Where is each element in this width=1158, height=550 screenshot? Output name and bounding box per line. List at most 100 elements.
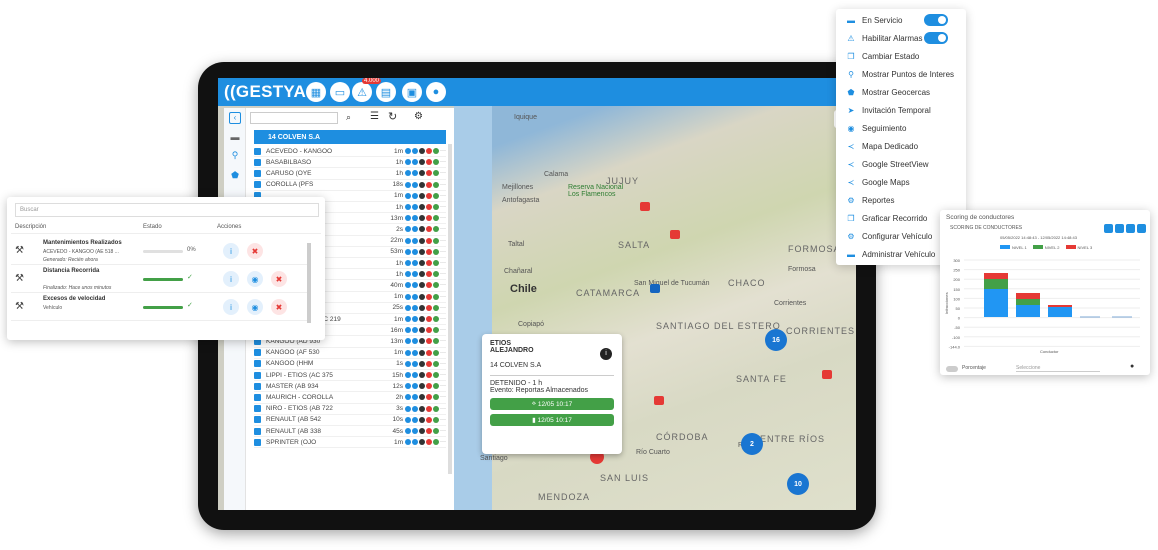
- delete-icon[interactable]: ✖: [271, 299, 287, 315]
- vehicle-marker[interactable]: [654, 396, 664, 405]
- list-icon[interactable]: ☰: [370, 111, 379, 122]
- menu-item[interactable]: ⚲ Mostrar Puntos de Interes: [846, 66, 958, 82]
- menu-item[interactable]: ◉ Seguimiento: [846, 120, 958, 136]
- vehicle-marker[interactable]: [640, 202, 650, 211]
- expand-icon[interactable]: [1137, 224, 1146, 233]
- menu-item[interactable]: ▬ En Servicio: [846, 12, 958, 28]
- vehicle-row[interactable]: RENAULT (AB 338 45s ···: [254, 426, 446, 438]
- menu-item-label: Reportes: [862, 195, 895, 205]
- info-icon[interactable]: ●: [1130, 363, 1134, 370]
- monitor-icon[interactable]: ▭: [330, 82, 350, 102]
- info-icon[interactable]: i: [223, 271, 239, 287]
- menu-item[interactable]: ≺ Mapa Dedicado: [846, 138, 958, 154]
- chart-bar[interactable]: [1016, 293, 1040, 299]
- settings-icon[interactable]: ⚙: [414, 111, 423, 122]
- checkbox[interactable]: [254, 169, 261, 177]
- document-icon[interactable]: ▣: [402, 82, 422, 102]
- vehicle-row[interactable]: MASTER (AB 934 12s ···: [254, 381, 446, 393]
- chart-bar[interactable]: [984, 273, 1008, 279]
- vehicle-name: MASTER (AB 934: [266, 382, 319, 390]
- delete-icon[interactable]: ✖: [271, 271, 287, 287]
- checkbox[interactable]: [254, 181, 261, 189]
- vehicle-row[interactable]: ACEVEDO - KANGOO 1m ···: [254, 146, 446, 158]
- chart-bar[interactable]: [984, 289, 1008, 317]
- driver-select[interactable]: Seleccione: [1016, 365, 1100, 372]
- vehicle-status-icons: ···: [405, 372, 446, 379]
- checkbox[interactable]: [254, 382, 261, 390]
- menu-item[interactable]: ⚙ Reportes: [846, 192, 958, 208]
- menu-item-label: Google StreetView: [862, 159, 929, 169]
- checkbox[interactable]: [254, 371, 261, 379]
- vehicle-row[interactable]: COROLLA (PFS 18s ···: [254, 180, 446, 191]
- vehicle-marker[interactable]: [670, 230, 680, 239]
- user-icon[interactable]: ●: [426, 82, 446, 102]
- vehicle-row[interactable]: BASABILBASO 1h ···: [254, 157, 446, 169]
- checkbox[interactable]: [254, 147, 261, 155]
- car-icon[interactable]: ▬: [229, 132, 241, 144]
- scrollbar[interactable]: [307, 243, 311, 323]
- gps-time-button[interactable]: ⟡ 12/05 10:17: [490, 398, 614, 410]
- vehicle-cluster[interactable]: 2: [741, 433, 763, 455]
- vehicle-row[interactable]: RENAULT (AB 542 10s ···: [254, 415, 446, 426]
- checkbox[interactable]: [254, 360, 261, 368]
- chart-bar[interactable]: [984, 279, 1008, 289]
- calendar-icon[interactable]: ▤: [376, 82, 396, 102]
- percentage-toggle[interactable]: [946, 366, 958, 372]
- delete-icon[interactable]: ✖: [247, 243, 263, 259]
- map-label: Copiapó: [518, 321, 545, 328]
- alarm-icon[interactable]: ⚠ 4.000: [352, 78, 382, 102]
- toggle[interactable]: [924, 32, 948, 44]
- checkbox[interactable]: [254, 427, 261, 435]
- excel-icon[interactable]: [1115, 224, 1124, 233]
- vehicle-row[interactable]: SPRINTER (OJO 1m ···: [254, 437, 446, 449]
- view-icon[interactable]: ◉: [247, 271, 263, 287]
- info-icon[interactable]: i: [600, 348, 612, 360]
- menu-item[interactable]: ≺ Google StreetView: [846, 156, 958, 172]
- menu-item[interactable]: ⚠ Habilitar Alarmas: [846, 30, 958, 46]
- menu-item[interactable]: ❐ Cambiar Estado: [846, 48, 958, 64]
- chart-bar[interactable]: [1016, 305, 1040, 317]
- toggle[interactable]: [924, 14, 948, 26]
- checkbox[interactable]: [254, 416, 261, 424]
- vehicle-marker[interactable]: [650, 284, 660, 293]
- vehicle-row[interactable]: MAURICH - COROLLA 2h ···: [254, 392, 446, 404]
- view-icon[interactable]: ◉: [247, 299, 263, 315]
- vehicle-row[interactable]: KANGOO (HHM 1s ···: [254, 359, 446, 370]
- vehicle-row[interactable]: NIRO - ETIOS (AB 722 3s ···: [254, 404, 446, 415]
- menu-item[interactable]: ➤ Invitación Temporal: [846, 102, 958, 118]
- checkbox[interactable]: [254, 349, 261, 357]
- vehicle-row[interactable]: KANGOO (AF 530 1m ···: [254, 348, 446, 359]
- menu-item[interactable]: ≺ Google Maps: [846, 174, 958, 190]
- grid-icon[interactable]: ▦: [306, 82, 326, 102]
- vehicle-search-input[interactable]: [250, 112, 338, 124]
- pentagon-icon[interactable]: ⬟: [229, 170, 241, 182]
- chart-bar[interactable]: [1048, 307, 1072, 317]
- refresh-icon[interactable]: ↻: [388, 110, 397, 123]
- vehicle-row[interactable]: CARUSO (OYE 1h ···: [254, 168, 446, 180]
- vehicle-last-update: 1m: [393, 438, 403, 446]
- chart-bar[interactable]: [1016, 299, 1040, 305]
- collapse-icon[interactable]: ‹: [229, 112, 241, 124]
- group-header[interactable]: 14 COLVEN S.A: [254, 130, 446, 144]
- vehicle-cluster[interactable]: 10: [787, 473, 809, 495]
- download-icon[interactable]: [1126, 224, 1135, 233]
- checkbox[interactable]: [254, 438, 261, 446]
- share-icon: ≺: [847, 159, 855, 169]
- pin-icon[interactable]: ⚲: [229, 150, 241, 162]
- checkbox[interactable]: [254, 405, 261, 413]
- info-icon[interactable]: i: [223, 243, 239, 259]
- vehicle-cluster[interactable]: 16: [765, 329, 787, 351]
- signal-time-button[interactable]: ▮ 12/05 10:17: [490, 414, 614, 426]
- search-icon[interactable]: ⌕: [346, 112, 351, 123]
- map-label: Corrientes: [774, 300, 807, 307]
- actions-search-input[interactable]: Buscar: [15, 203, 319, 217]
- info-icon[interactable]: i: [223, 299, 239, 315]
- chart-bar[interactable]: [1048, 305, 1072, 307]
- print-icon[interactable]: [1104, 224, 1113, 233]
- menu-item[interactable]: ⬟ Mostrar Geocercas: [846, 84, 958, 100]
- scrollbar[interactable]: [448, 144, 452, 474]
- checkbox[interactable]: [254, 158, 261, 166]
- vehicle-row[interactable]: LIPPI - ETIOS (AC 375 15h ···: [254, 370, 446, 382]
- vehicle-marker[interactable]: [822, 370, 832, 379]
- checkbox[interactable]: [254, 393, 261, 401]
